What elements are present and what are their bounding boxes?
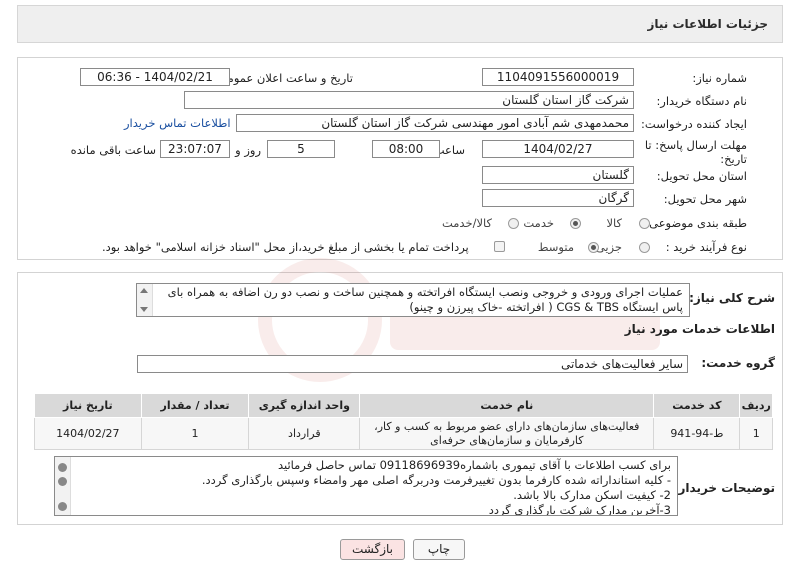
buyer-notes-line-3: 2- کیفیت اسکن مدارک بالا باشد. xyxy=(513,488,671,502)
category-service-radio[interactable] xyxy=(570,218,581,229)
need-number-field: 1104091556000019 xyxy=(482,68,634,86)
col-code: کد خدمت xyxy=(653,393,741,418)
buyer-notes-scrollbar[interactable] xyxy=(55,457,71,515)
services-section-title: اطلاعات خدمات مورد نیاز xyxy=(624,322,775,336)
service-group-label: گروه خدمت: xyxy=(701,356,775,370)
category-service-label: خدمت xyxy=(523,216,554,230)
col-date: تاریخ نیاز xyxy=(34,393,142,418)
province-field: گلستان xyxy=(482,166,634,184)
page-title: جزئیات اطلاعات نیاز xyxy=(647,17,768,31)
col-name: نام خدمت xyxy=(359,393,655,418)
process-minor-radio[interactable] xyxy=(639,242,650,253)
service-group-field: سایر فعالیت‌های خدماتی xyxy=(137,355,688,373)
deadline-date-field: 1404/02/27 xyxy=(482,140,634,158)
description-label: شرح کلی نیاز: xyxy=(689,291,775,305)
buyer-notes-line-2: - کلیه استانداراته شده کارفرما بدون تغیی… xyxy=(201,473,671,487)
province-label: استان محل تحویل: xyxy=(656,169,747,183)
treasury-payment-checkbox[interactable] xyxy=(494,241,505,252)
process-medium-radio[interactable] xyxy=(588,242,599,253)
city-label: شهر محل تحویل: xyxy=(663,192,747,206)
col-index: ردیف xyxy=(739,393,773,418)
scroll-thumb-icon[interactable] xyxy=(58,477,67,486)
deadline-label-2: تاریخ: xyxy=(720,152,747,166)
category-label: طبقه بندی موضوعی: xyxy=(645,216,747,230)
process-minor-label: جزیی xyxy=(595,240,622,254)
creator-field: محمدمهدی شم آبادی امور مهندسی شرکت گاز ا… xyxy=(236,114,634,132)
table-row: 1 ط-94-941 فعالیت‌های سازمان‌های دارای ع… xyxy=(34,417,773,450)
deadline-label: مهلت ارسال پاسخ: تا xyxy=(644,138,747,152)
remaining-time-field: 23:07:07 xyxy=(160,140,230,158)
days-field: 5 xyxy=(267,140,335,158)
scroll-down-icon[interactable] xyxy=(140,307,148,312)
description-line-2: پاس ایستگاه CGS & TBS ( افراتخته -خاک پی… xyxy=(409,300,683,314)
creator-label: ایجاد کننده درخواست: xyxy=(641,117,747,131)
buyer-notes-label: توضیحات خریدار: xyxy=(673,481,775,495)
scroll-down-icon[interactable] xyxy=(58,502,67,511)
row-qty: 1 xyxy=(140,417,250,450)
announce-date-field: 1404/02/21 - 06:36 xyxy=(80,68,230,86)
scroll-up-icon[interactable] xyxy=(140,288,148,293)
buyer-contact-link[interactable]: اطلاعات تماس خریدار xyxy=(124,116,231,130)
category-both-label: کالا/خدمت xyxy=(441,216,492,230)
category-goods-label: کالا xyxy=(606,216,622,230)
category-both-radio[interactable] xyxy=(508,218,519,229)
row-date: 1404/02/27 xyxy=(34,417,142,450)
print-button[interactable]: چاپ xyxy=(413,539,465,560)
row-unit: قرارداد xyxy=(248,417,361,450)
buyer-org-label: نام دستگاه خریدار: xyxy=(656,94,747,108)
announce-date-label: تاریخ و ساعت اعلان عمومی: xyxy=(214,71,353,85)
row-code: ط-94-941 xyxy=(653,417,741,450)
description-scrollbar[interactable] xyxy=(137,284,153,316)
back-button[interactable]: بازگشت xyxy=(340,539,405,560)
row-name-line-1: فعالیت‌های سازمان‌های دارای عضو مربوط به… xyxy=(374,419,640,433)
category-goods-radio[interactable] xyxy=(639,218,650,229)
row-name-line-2: کارفرمایان و سازمان‌های حرفه‌ای xyxy=(430,433,584,447)
need-number-label: شماره نیاز: xyxy=(692,71,747,85)
col-qty: تعداد / مقدار xyxy=(140,393,250,418)
table-header-row: ردیف کد خدمت نام خدمت واحد اندازه گیری ت… xyxy=(34,393,773,418)
city-field: گرگان xyxy=(482,189,634,207)
col-unit: واحد اندازه گیری xyxy=(248,393,361,418)
process-medium-label: متوسط xyxy=(537,240,574,254)
days-label: روز و xyxy=(235,143,261,157)
buyer-notes-line-1: برای کسب اطلاعات با آقای تیموری باشماره0… xyxy=(277,458,671,472)
row-index: 1 xyxy=(739,417,773,450)
services-table: ردیف کد خدمت نام خدمت واحد اندازه گیری ت… xyxy=(34,393,773,450)
buyer-org-field: شرکت گاز استان گلستان xyxy=(184,91,634,109)
description-line-1: عملیات اجرای ورودی و خروجی ونصب ایستگاه … xyxy=(167,285,683,299)
buyer-notes-textarea[interactable]: برای کسب اطلاعات با آقای تیموری باشماره0… xyxy=(54,456,678,516)
process-label: نوع فرآیند خرید : xyxy=(665,240,747,254)
page-header: جزئیات اطلاعات نیاز xyxy=(17,5,783,43)
remaining-label: ساعت باقی مانده xyxy=(70,143,156,157)
buyer-notes-line-4: 3-آخرین مدارک شرکت بارگذاری گردد xyxy=(488,503,671,516)
description-textarea[interactable]: عملیات اجرای ورودی و خروجی ونصب ایستگاه … xyxy=(136,283,690,317)
deadline-time-field: 08:00 xyxy=(372,140,440,158)
treasury-payment-note: پرداخت تمام یا بخشی از مبلغ خرید،از محل … xyxy=(102,240,469,254)
row-name: فعالیت‌های سازمان‌های دارای عضو مربوط به… xyxy=(359,417,655,450)
scroll-up-icon[interactable] xyxy=(58,463,67,472)
